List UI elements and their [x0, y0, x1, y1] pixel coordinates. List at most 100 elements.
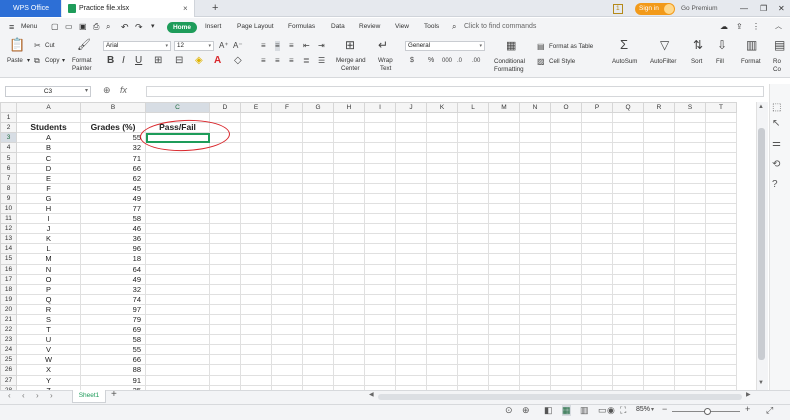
cell-m7[interactable] — [488, 172, 520, 184]
cell-m26[interactable] — [488, 364, 520, 376]
freeze-icon[interactable]: ⊕ — [522, 405, 530, 416]
cell-m10[interactable] — [488, 202, 520, 215]
scroll-down-icon[interactable]: ▼ — [758, 380, 764, 386]
format-icon[interactable]: ▥ — [746, 39, 757, 51]
cell-g19[interactable] — [302, 293, 334, 305]
row-header[interactable]: 26 — [0, 364, 17, 376]
cell-i18[interactable] — [364, 283, 396, 295]
cell-t22[interactable] — [705, 324, 737, 336]
cell-t10[interactable] — [705, 202, 737, 215]
cell-s7[interactable] — [674, 172, 706, 184]
cell-b4[interactable]: 32 — [80, 142, 146, 154]
cell-h13[interactable] — [333, 233, 365, 245]
cell-e23[interactable] — [240, 334, 272, 346]
cell-c16[interactable] — [145, 263, 210, 275]
merge-cells-icon[interactable]: ⊟ — [175, 56, 183, 66]
column-header-j[interactable]: J — [395, 102, 427, 114]
cell-p23[interactable] — [581, 334, 613, 346]
cell-k8[interactable] — [426, 182, 458, 194]
cell-d27[interactable] — [209, 374, 241, 386]
cell-h11[interactable] — [333, 213, 365, 225]
cell-a27[interactable]: Y — [16, 374, 81, 386]
cell-j18[interactable] — [395, 283, 427, 295]
cell-q22[interactable] — [612, 324, 644, 336]
cell-a10[interactable]: H — [16, 202, 81, 215]
cell-b13[interactable]: 36 — [80, 233, 146, 245]
cell-j8[interactable] — [395, 182, 427, 194]
row-header[interactable]: 23 — [0, 334, 17, 346]
cell-a24[interactable]: V — [16, 344, 81, 356]
cell-l18[interactable] — [457, 283, 489, 295]
cell-m6[interactable] — [488, 162, 520, 174]
cell-e11[interactable] — [240, 213, 272, 225]
close-tab-icon[interactable]: × — [183, 0, 188, 17]
cell-l10[interactable] — [457, 202, 489, 215]
cell-s27[interactable] — [674, 374, 706, 386]
cell-m14[interactable] — [488, 243, 520, 255]
fx-icon[interactable]: fx — [120, 85, 127, 95]
cell-p6[interactable] — [581, 162, 613, 174]
cell-e2[interactable] — [240, 122, 272, 134]
merge-center-icon[interactable]: ⊞ — [345, 39, 355, 51]
decrease-indent-icon[interactable]: ⇤ — [303, 41, 310, 51]
cell-n10[interactable] — [519, 202, 551, 215]
cell-l7[interactable] — [457, 172, 489, 184]
cell-l17[interactable] — [457, 273, 489, 285]
cell-i5[interactable] — [364, 152, 396, 164]
cell-q7[interactable] — [612, 172, 644, 184]
file-tab[interactable]: Practice file.xlsx × — [62, 0, 195, 17]
cell-s13[interactable] — [674, 233, 706, 245]
cell-f11[interactable] — [271, 213, 303, 225]
cell-k24[interactable] — [426, 344, 458, 356]
cell-m13[interactable] — [488, 233, 520, 245]
cell-e26[interactable] — [240, 364, 272, 376]
cell-n17[interactable] — [519, 273, 551, 285]
cell-i20[interactable] — [364, 303, 396, 315]
cell-b17[interactable]: 49 — [80, 273, 146, 285]
cell-j12[interactable] — [395, 223, 427, 235]
cell-g6[interactable] — [302, 162, 334, 174]
cell-c10[interactable] — [145, 202, 210, 215]
cell-t20[interactable] — [705, 303, 737, 315]
normal-view-icon[interactable]: ▦ — [562, 405, 571, 416]
cell-r25[interactable] — [643, 354, 675, 366]
cell-e6[interactable] — [240, 162, 272, 174]
cell-o23[interactable] — [550, 334, 582, 346]
cell-b12[interactable]: 46 — [80, 223, 146, 235]
cell-m1[interactable] — [488, 112, 520, 124]
zoom-dropdown-icon[interactable]: ▾ — [651, 406, 654, 413]
name-box[interactable]: C3 — [5, 86, 91, 97]
cell-k10[interactable] — [426, 202, 458, 215]
cell-o2[interactable] — [550, 122, 582, 134]
scroll-up-icon[interactable]: ▲ — [758, 104, 764, 110]
cell-n22[interactable] — [519, 324, 551, 336]
cell-p16[interactable] — [581, 263, 613, 275]
copy-button[interactable]: Copy — [45, 57, 59, 64]
help-icon[interactable]: ? — [772, 179, 778, 190]
collapse-ribbon-icon[interactable]: ︿ — [775, 18, 782, 36]
cell-q23[interactable] — [612, 334, 644, 346]
borders-icon[interactable]: ⊞ — [154, 56, 162, 66]
column-header-l[interactable]: L — [457, 102, 489, 114]
cell-l14[interactable] — [457, 243, 489, 255]
cell-j17[interactable] — [395, 273, 427, 285]
sign-in-button[interactable]: Sign in — [635, 3, 675, 15]
cell-h17[interactable] — [333, 273, 365, 285]
cell-p14[interactable] — [581, 243, 613, 255]
cell-s6[interactable] — [674, 162, 706, 174]
cell-s2[interactable] — [674, 122, 706, 134]
cell-q9[interactable] — [612, 192, 644, 204]
cell-a20[interactable]: R — [16, 303, 81, 315]
cell-t19[interactable] — [705, 293, 737, 305]
cell-k26[interactable] — [426, 364, 458, 376]
page-break-view-icon[interactable]: ▥ — [580, 405, 589, 416]
page-view-icon[interactable]: ⊙ — [505, 405, 513, 416]
cell-n25[interactable] — [519, 354, 551, 366]
cell-j21[interactable] — [395, 313, 427, 326]
cell-d5[interactable] — [209, 152, 241, 164]
cell-q12[interactable] — [612, 223, 644, 235]
cell-n12[interactable] — [519, 223, 551, 235]
cell-m3[interactable] — [488, 132, 520, 144]
cell-e10[interactable] — [240, 202, 272, 215]
cell-q18[interactable] — [612, 283, 644, 295]
